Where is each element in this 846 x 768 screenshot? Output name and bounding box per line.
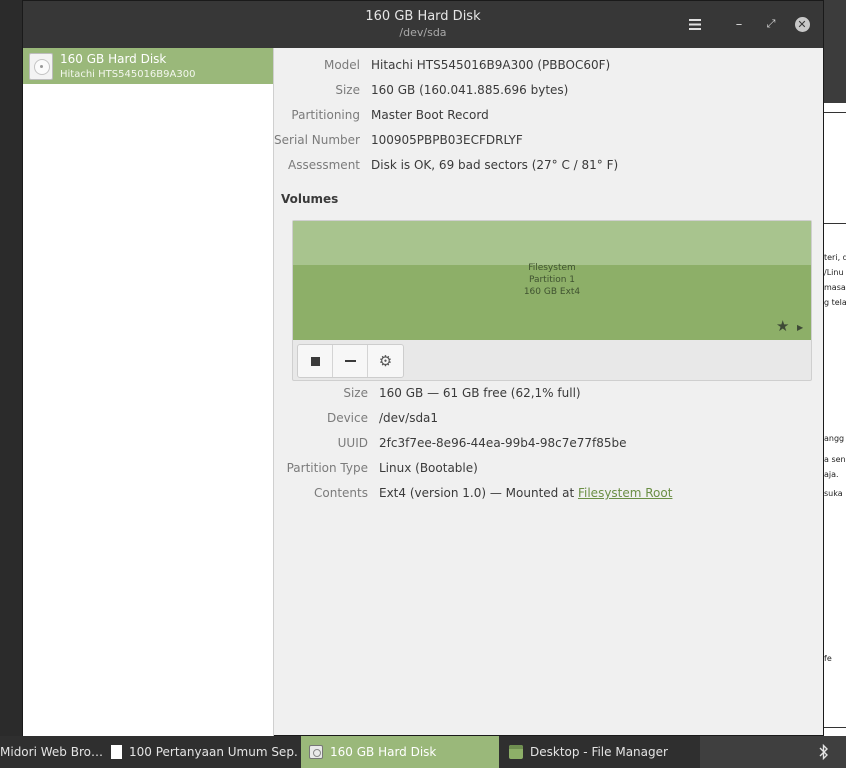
background-text: fe bbox=[824, 654, 832, 663]
play-arrow-icon[interactable]: ▶ bbox=[797, 324, 803, 332]
model-label: Model bbox=[323, 58, 360, 72]
hamburger-menu-icon bbox=[689, 18, 701, 30]
background-text: a send bbox=[824, 455, 846, 464]
taskbar-item-label: 100 Pertanyaan Umum Sep… bbox=[129, 745, 298, 759]
partitioning-label: Partitioning bbox=[291, 108, 360, 122]
sidebar-item-hard-disk[interactable]: 160 GB Hard Disk Hitachi HTS545016B9A300 bbox=[23, 48, 273, 84]
volume-toolbar: ⚙ bbox=[297, 344, 404, 378]
delete-partition-button[interactable] bbox=[333, 345, 368, 377]
star-icon: ★ bbox=[776, 317, 790, 335]
background-text: angg bbox=[824, 434, 845, 443]
bluetooth-icon[interactable] bbox=[811, 736, 837, 768]
minimize-button[interactable]: – bbox=[728, 13, 750, 35]
divider bbox=[824, 223, 846, 224]
volumes-graph: Filesystem Partition 1 160 GB Ext4 ★ ▶ ⚙ bbox=[292, 220, 812, 381]
uuid-value: 2fc3f7ee-8e96-44ea-99b4-98c7e77f85be bbox=[379, 436, 627, 450]
taskbar-item-label: 160 GB Hard Disk bbox=[330, 745, 437, 759]
device-sidebar: 160 GB Hard Disk Hitachi HTS545016B9A300 bbox=[23, 48, 274, 736]
partitioning-value: Master Boot Record bbox=[371, 108, 489, 122]
close-icon: ✕ bbox=[794, 16, 810, 32]
contents-text: Ext4 (version 1.0) — Mounted at bbox=[379, 486, 578, 500]
background-text: suka bbox=[824, 489, 843, 498]
contents-label: Contents bbox=[314, 486, 368, 500]
folder-icon bbox=[509, 745, 523, 759]
close-button[interactable]: ✕ bbox=[791, 13, 813, 35]
hard-disk-icon bbox=[309, 745, 323, 759]
partition-type-value: Linux (Bootable) bbox=[379, 461, 478, 475]
filesystem-root-link[interactable]: Filesystem Root bbox=[578, 486, 672, 500]
taskbar-item-disks[interactable]: 160 GB Hard Disk bbox=[301, 736, 499, 768]
contents-value: Ext4 (version 1.0) — Mounted at Filesyst… bbox=[379, 486, 672, 500]
background-text: g tela bbox=[824, 298, 846, 307]
partition-type-label: Partition Type bbox=[286, 461, 368, 475]
minus-icon bbox=[344, 360, 356, 362]
taskbar-item-document[interactable]: 100 Pertanyaan Umum Sep… bbox=[103, 736, 298, 768]
sidebar-item-label: 160 GB Hard Disk bbox=[60, 52, 167, 66]
volume-size-value: 160 GB — 61 GB free (62,1% full) bbox=[379, 386, 581, 400]
divider bbox=[824, 727, 846, 728]
bluetooth-glyph bbox=[819, 744, 828, 760]
size-label: Size bbox=[335, 83, 360, 97]
sidebar-item-sublabel: Hitachi HTS545016B9A300 bbox=[60, 69, 196, 80]
title-bar[interactable]: 160 GB Hard Disk /dev/sda – ⤢ ✕ bbox=[23, 1, 823, 48]
document-icon bbox=[111, 745, 122, 759]
divider bbox=[824, 112, 846, 113]
hard-disk-icon bbox=[29, 53, 53, 80]
maximize-icon: ⤢ bbox=[766, 17, 776, 30]
uuid-label: UUID bbox=[337, 436, 368, 450]
partition-type-text: Filesystem bbox=[528, 263, 576, 273]
size-value: 160 GB (160.041.885.696 bytes) bbox=[371, 83, 569, 97]
background-text: /Linu bbox=[824, 268, 844, 277]
minimize-icon: – bbox=[735, 16, 743, 32]
taskbar: Midori Web Bro… 100 Pertanyaan Umum Sep…… bbox=[0, 736, 846, 768]
taskbar-item-midori[interactable]: Midori Web Bro… bbox=[0, 736, 102, 768]
volume-size-label: Size bbox=[343, 386, 368, 400]
assessment-label: Assessment bbox=[288, 158, 360, 172]
gear-icon: ⚙ bbox=[378, 351, 393, 370]
background-text: masa bbox=[824, 283, 846, 292]
partition-options-button[interactable]: ⚙ bbox=[368, 345, 403, 377]
model-value: Hitachi HTS545016B9A300 (PBBOC60F) bbox=[371, 58, 611, 72]
device-value: /dev/sda1 bbox=[379, 411, 439, 425]
background-text: teri, d bbox=[824, 253, 846, 262]
serial-number-value: 100905PBPB03ECFDRLYF bbox=[371, 133, 523, 147]
serial-number-label: Serial Number bbox=[274, 133, 360, 147]
stop-icon bbox=[310, 356, 320, 366]
maximize-button[interactable]: ⤢ bbox=[760, 13, 782, 35]
background-text: aja. bbox=[824, 470, 839, 479]
partition-highlight bbox=[293, 221, 811, 265]
assessment-value: Disk is OK, 69 bad sectors (27° C / 81° … bbox=[371, 158, 619, 172]
device-label: Device bbox=[326, 411, 368, 425]
partition-label: Filesystem Partition 1 160 GB Ext4 bbox=[293, 262, 811, 298]
app-menu-button[interactable] bbox=[684, 13, 706, 35]
taskbar-item-label: Desktop - File Manager bbox=[530, 745, 668, 759]
partition-size-text: 160 GB Ext4 bbox=[523, 287, 581, 297]
partition-block[interactable]: Filesystem Partition 1 160 GB Ext4 ★ ▶ bbox=[293, 221, 811, 340]
taskbar-item-label: Midori Web Bro… bbox=[0, 745, 102, 759]
partition-name-text: Partition 1 bbox=[528, 275, 576, 285]
volumes-heading: Volumes bbox=[281, 192, 339, 206]
taskbar-item-file-manager[interactable]: Desktop - File Manager bbox=[501, 736, 697, 768]
disks-window: 160 GB Hard Disk /dev/sda – ⤢ ✕ 160 GB H… bbox=[22, 0, 824, 736]
unmount-button[interactable] bbox=[298, 345, 333, 377]
